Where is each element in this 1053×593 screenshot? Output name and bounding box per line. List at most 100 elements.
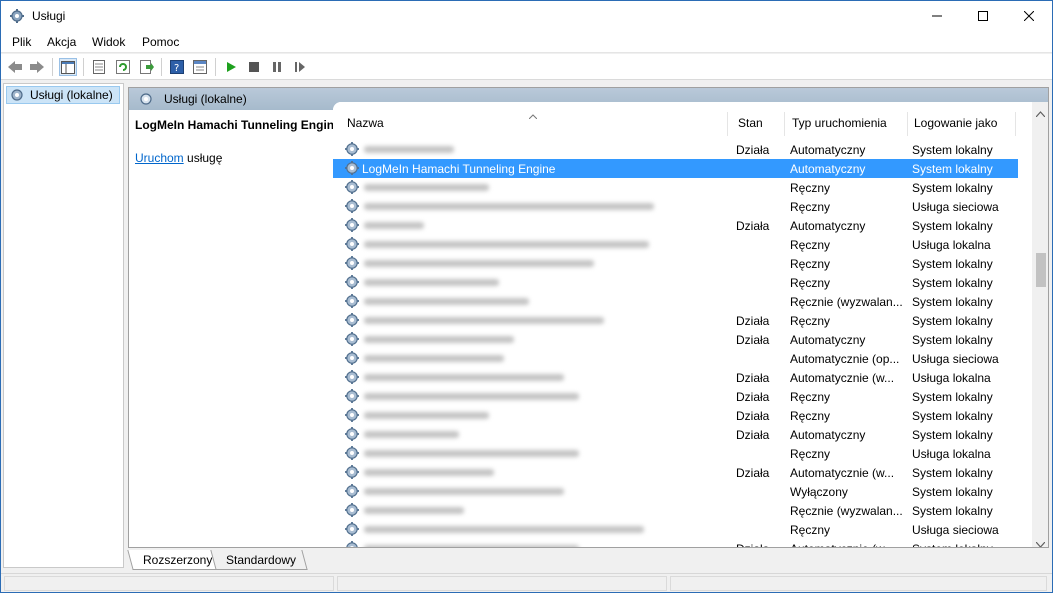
service-row[interactable]: Działa Automatycznie (w... System lokalny	[333, 539, 1018, 547]
service-row[interactable]: Ręcznie (wyzwalan... System lokalny	[333, 501, 1018, 520]
menu-akcja[interactable]: Akcja	[47, 35, 76, 49]
blurred-service-name	[364, 260, 594, 267]
service-startup-type: Automatycznie (w...	[790, 542, 904, 547]
status-segment	[4, 576, 334, 591]
service-row[interactable]: LogMeIn Hamachi Tunneling Engine Automaty…	[333, 159, 1018, 178]
service-row[interactable]: Ręczny System lokalny	[333, 273, 1018, 292]
start-service-link[interactable]: Uruchom	[135, 151, 184, 165]
services-list: Nazwa Stan Typ uruchomienia Logowanie ja…	[333, 102, 1048, 547]
service-row[interactable]: Ręcznie (wyzwalan... System lokalny	[333, 292, 1018, 311]
service-row[interactable]: Działa Automatycznie (w... System lokalny	[333, 463, 1018, 482]
start-service-button[interactable]	[222, 58, 240, 76]
column-header-startup[interactable]: Typ uruchomienia	[792, 116, 887, 136]
column-separator[interactable]	[1015, 112, 1016, 136]
column-separator[interactable]	[784, 112, 785, 136]
service-state: Działa	[736, 143, 770, 157]
service-row[interactable]: Działa Ręczny System lokalny	[333, 406, 1018, 425]
blurred-service-name	[364, 412, 489, 419]
column-separator[interactable]	[727, 112, 728, 136]
tab-extended-label: Rozszerzony	[143, 553, 213, 567]
stop-service-button[interactable]	[245, 58, 263, 76]
svg-text:?: ?	[174, 63, 179, 74]
column-header-logon[interactable]: Logowanie jako	[914, 116, 997, 136]
show-tree-icon	[61, 60, 75, 74]
tree-item-services-local[interactable]: Usługi (lokalne)	[6, 86, 120, 104]
service-name: LogMeIn Hamachi Tunneling Engine	[362, 162, 556, 176]
close-button[interactable]	[1006, 1, 1052, 31]
refresh-icon	[116, 60, 130, 74]
services-gear-icon	[9, 8, 25, 24]
service-row[interactable]: Działa Automatyczny System lokalny	[333, 330, 1018, 349]
menu-plik[interactable]: Plik	[12, 35, 31, 49]
menu-pomoc[interactable]: Pomoc	[142, 35, 179, 49]
forward-icon	[30, 61, 44, 73]
service-state: Działa	[736, 219, 770, 233]
column-header-name[interactable]: Nazwa	[347, 116, 384, 136]
service-gear-icon	[344, 217, 360, 233]
properties-button[interactable]	[90, 58, 108, 76]
minimize-button[interactable]	[914, 1, 960, 31]
help-button[interactable]: ?	[168, 58, 186, 76]
maximize-icon	[978, 11, 988, 21]
refresh-button[interactable]	[114, 58, 132, 76]
service-row[interactable]: Ręczny Usługa lokalna	[333, 444, 1018, 463]
pane-title: Usługi (lokalne)	[164, 92, 247, 106]
resume-service-button[interactable]	[291, 58, 309, 76]
service-gear-icon	[344, 350, 360, 366]
scrollbar-thumb[interactable]	[1036, 253, 1046, 287]
blurred-service-name	[364, 355, 504, 362]
service-row[interactable]: Działa Automatyczny System lokalny	[333, 216, 1018, 235]
tab-standard-label: Standardowy	[226, 553, 297, 567]
column-header-state[interactable]: Stan	[738, 116, 763, 136]
service-row[interactable]: Działa Ręczny System lokalny	[333, 311, 1018, 330]
service-startup-type: Ręczny	[790, 200, 831, 214]
title-bar[interactable]: Usługi	[1, 1, 1052, 31]
forward-button[interactable]	[28, 58, 46, 76]
tab-extended[interactable]: Rozszerzony	[127, 550, 225, 570]
service-row[interactable]: Ręczny System lokalny	[333, 178, 1018, 197]
service-gear-icon	[344, 293, 360, 309]
service-gear-icon	[344, 407, 360, 423]
service-startup-type: Automatycznie (w...	[790, 466, 895, 480]
service-startup-type: Ręczny	[790, 257, 831, 271]
service-logon-as: System lokalny	[912, 466, 993, 480]
toolbar-separator	[83, 58, 84, 76]
blurred-service-name	[364, 374, 564, 381]
blurred-service-name	[364, 545, 579, 547]
service-row[interactable]: Automatycznie (op... Usługa sieciowa	[333, 349, 1018, 368]
service-row[interactable]: Ręczny System lokalny	[333, 254, 1018, 273]
service-startup-type: Ręczny	[790, 409, 831, 423]
blurred-service-name	[364, 488, 564, 495]
console-button[interactable]	[191, 58, 209, 76]
scroll-up-icon[interactable]	[1035, 106, 1046, 120]
service-row[interactable]: Działa Automatyczny System lokalny	[333, 140, 1018, 159]
pause-service-button[interactable]	[268, 58, 286, 76]
scroll-down-icon[interactable]	[1035, 537, 1046, 547]
service-row[interactable]: Działa Ręczny System lokalny	[333, 387, 1018, 406]
blurred-service-name	[364, 336, 514, 343]
start-service-suffix: usługę	[183, 151, 223, 165]
tab-standard[interactable]: Standardowy	[210, 550, 308, 570]
service-row[interactable]: Ręczny Usługa lokalna	[333, 235, 1018, 254]
service-row[interactable]: Działa Automatyczny System lokalny	[333, 425, 1018, 444]
maximize-button[interactable]	[960, 1, 1006, 31]
column-separator[interactable]	[907, 112, 908, 136]
service-row[interactable]: Ręczny Usługa sieciowa	[333, 197, 1018, 216]
properties-icon	[93, 60, 105, 74]
back-button[interactable]	[6, 58, 24, 76]
vertical-scrollbar[interactable]	[1032, 102, 1048, 547]
pause-icon	[273, 62, 281, 72]
service-row[interactable]: Wyłączony System lokalny	[333, 482, 1018, 501]
export-list-button[interactable]	[138, 58, 156, 76]
service-state: Działa	[736, 371, 770, 385]
service-startup-type: Ręczny	[790, 314, 831, 328]
show-hide-tree-button[interactable]	[59, 58, 77, 76]
minimize-icon	[932, 15, 942, 17]
service-state: Działa	[736, 542, 769, 547]
service-row[interactable]: Działa Automatycznie (w... Usługa lokalna	[333, 368, 1018, 387]
service-state: Działa	[736, 466, 770, 480]
service-row[interactable]: Ręczny Usługa sieciowa	[333, 520, 1018, 539]
menu-widok[interactable]: Widok	[92, 35, 125, 49]
services-gear-icon	[138, 91, 154, 110]
services-gear-icon	[11, 89, 23, 101]
